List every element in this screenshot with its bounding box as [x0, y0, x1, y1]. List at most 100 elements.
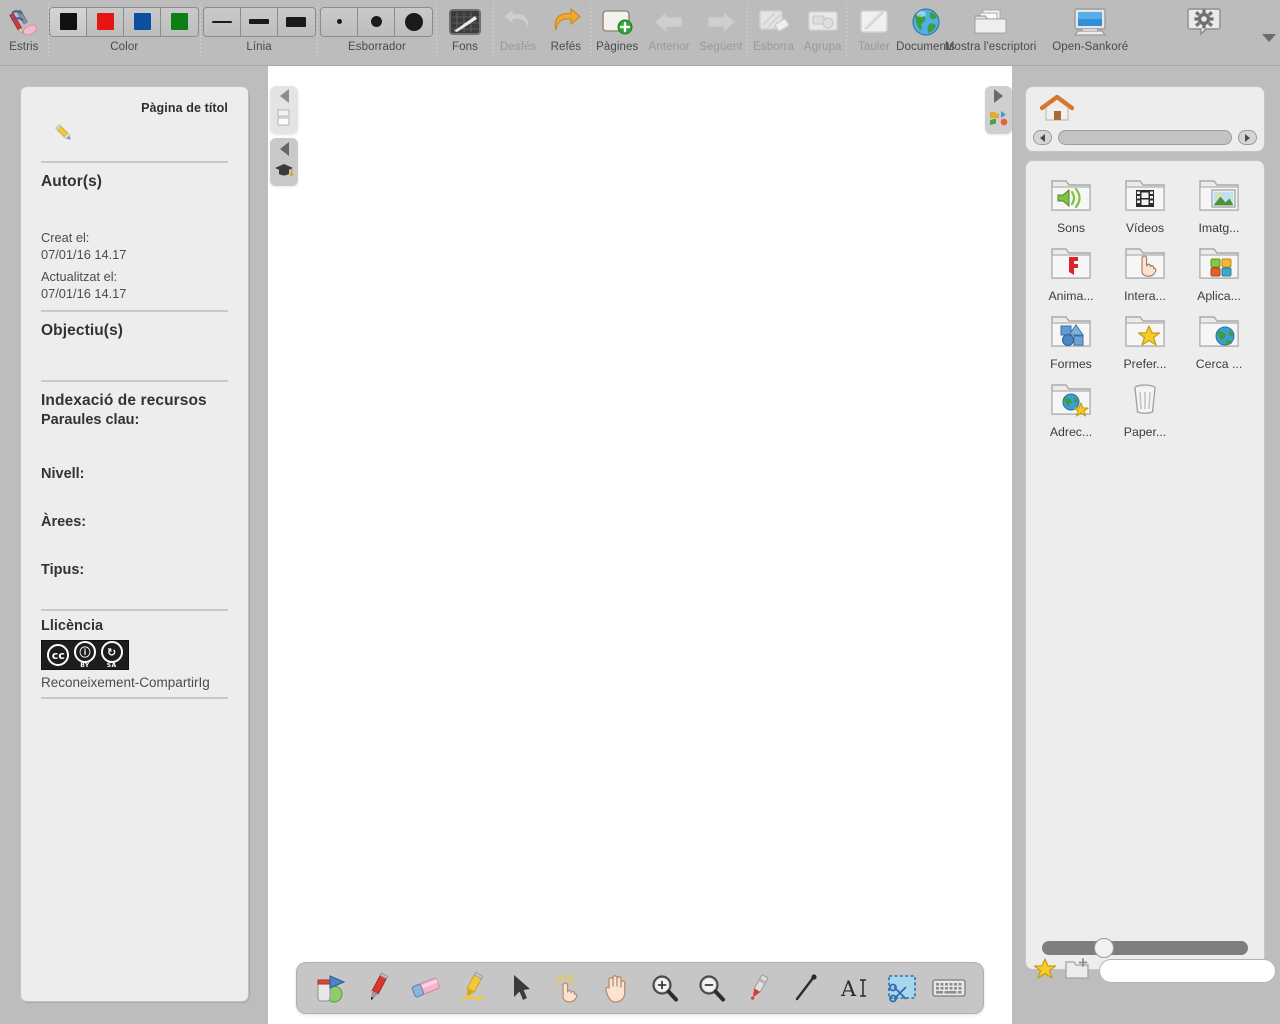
eraser-size-large[interactable] — [395, 8, 432, 36]
pages-panel-handle[interactable] — [270, 86, 298, 134]
folder-favorites-icon — [1122, 311, 1168, 356]
red-pen-icon — [363, 972, 393, 1004]
arrow-right-icon — [704, 5, 738, 38]
marker-tool[interactable] — [455, 970, 491, 1006]
eraser-size-icon[interactable] — [320, 7, 433, 37]
license-heading: Llicència — [41, 618, 228, 634]
level-value[interactable] — [41, 482, 228, 508]
authors-value[interactable] — [41, 191, 228, 205]
text-tool[interactable]: A — [836, 970, 872, 1006]
group-icon — [806, 5, 840, 38]
pen-tool[interactable] — [360, 970, 396, 1006]
toolbar-group-refes[interactable]: Refés — [542, 0, 590, 53]
whiteboard-canvas[interactable] — [268, 66, 1012, 1024]
triangle-left-icon — [280, 89, 289, 103]
library-item-aplicacions[interactable]: Aplica... — [1182, 243, 1256, 303]
divider — [41, 380, 228, 382]
color-swatch-blue[interactable] — [124, 8, 161, 36]
library-nav-back-button[interactable] — [1033, 130, 1052, 145]
stylus-tool[interactable] — [313, 970, 349, 1006]
color-swatches-icon[interactable] — [49, 7, 199, 37]
toolbar-group-estris[interactable]: Estris — [0, 0, 48, 53]
toolbar-group-fons[interactable]: Fons — [437, 0, 494, 53]
tutorial-panel-handle[interactable] — [270, 138, 298, 186]
library-panel-handle[interactable] — [985, 86, 1012, 134]
library-item-adreces[interactable]: Adrec... — [1034, 379, 1108, 439]
toolbar-group-pagines[interactable]: Pàgines — [591, 0, 644, 53]
line-width-thin[interactable] — [204, 8, 241, 36]
main-toolbar: Estris Color — [0, 0, 1280, 66]
board-icon — [857, 5, 891, 38]
library-breadcrumb-track[interactable] — [1058, 130, 1232, 145]
pencil-icon — [53, 122, 75, 149]
keywords-value[interactable] — [41, 428, 228, 460]
open-hand-icon — [601, 972, 631, 1004]
keyboard-tool[interactable] — [931, 970, 967, 1006]
toolbar-label-linia: Línia — [246, 41, 271, 53]
laser-tool[interactable] — [741, 970, 777, 1006]
divider — [41, 609, 228, 611]
library-item-label: Formes — [1050, 357, 1092, 371]
library-item-label: Prefer... — [1123, 357, 1166, 371]
toolbar-label-esborrador: Esborrador — [348, 41, 406, 53]
toolbar-group-linia: Línia — [201, 0, 317, 53]
toolbar-group-documents[interactable]: Mostra l'escriptori — [951, 0, 1031, 53]
eraser-size-small[interactable] — [321, 8, 358, 36]
line-tool[interactable] — [788, 970, 824, 1006]
areas-label: Àrees: — [41, 514, 228, 530]
line-width-thick[interactable] — [278, 8, 315, 36]
toolbar-group-seguent: Següent — [694, 0, 747, 53]
library-item-imatges[interactable]: Imatg... — [1182, 175, 1256, 235]
toolbar-label-anterior: Anterior — [648, 41, 689, 53]
line-width-icon[interactable] — [203, 7, 316, 37]
library-item-cerca[interactable]: Cerca ... — [1182, 311, 1256, 371]
color-swatch-black[interactable] — [50, 8, 87, 36]
library-item-paperera[interactable]: Paper... — [1108, 379, 1182, 439]
edit-title-button[interactable] — [41, 115, 228, 155]
select-tool[interactable] — [503, 970, 539, 1006]
library-item-animacions[interactable]: Anima... — [1034, 243, 1108, 303]
library-nav-forward-button[interactable] — [1238, 130, 1257, 145]
pointer-tool[interactable] — [551, 970, 587, 1006]
line-width-medium[interactable] — [241, 8, 278, 36]
library-item-formes[interactable]: Formes — [1034, 311, 1108, 371]
library-item-preferits[interactable]: Prefer... — [1108, 311, 1182, 371]
capture-tool[interactable] — [884, 970, 920, 1006]
zoom-out-tool[interactable] — [693, 970, 729, 1006]
new-folder-icon[interactable] — [1065, 958, 1091, 985]
eraser-size-medium[interactable] — [358, 8, 395, 36]
library-zoom-track[interactable] — [1042, 941, 1248, 955]
eraser-tool[interactable] — [408, 970, 444, 1006]
toolbar-label-desfes: Desfés — [500, 41, 536, 53]
screen-capture-icon — [886, 973, 918, 1003]
library-search-input[interactable] — [1099, 959, 1276, 983]
hand-tool[interactable] — [598, 970, 634, 1006]
home-icon[interactable] — [1040, 94, 1074, 129]
toolbar-group-esborrador: Esborrador — [318, 0, 435, 53]
toolbar-group-open-sankore[interactable] — [1150, 0, 1258, 41]
objectives-value[interactable] — [41, 340, 228, 370]
keywords-label: Paraules clau: — [41, 412, 228, 428]
areas-value[interactable] — [41, 530, 228, 556]
library-item-sons[interactable]: Sons — [1034, 175, 1108, 235]
toolbar-label-fons: Fons — [452, 41, 478, 53]
library-item-label: Adrec... — [1050, 425, 1092, 439]
toolbar-group-web[interactable]: Documents — [901, 0, 951, 53]
star-icon[interactable] — [1033, 957, 1057, 986]
folder-icon — [973, 5, 1009, 38]
library-item-videos[interactable]: Vídeos — [1108, 175, 1182, 235]
library-item-interactius[interactable]: Intera... — [1108, 243, 1182, 303]
zoom-in-tool[interactable] — [646, 970, 682, 1006]
tools-icon — [7, 5, 41, 38]
toolbar-label-escriptori: Open-Sankoré — [1052, 41, 1128, 53]
toolbar-group-escriptori[interactable]: Open-Sankoré — [1031, 0, 1150, 53]
gear-bubble-icon — [1186, 5, 1222, 38]
color-swatch-red[interactable] — [87, 8, 124, 36]
toolbar-overflow-button[interactable] — [1258, 0, 1280, 48]
folder-videos-icon — [1122, 175, 1168, 220]
toolbar-label-pagines: Pàgines — [596, 41, 638, 53]
type-value[interactable] — [41, 578, 228, 603]
magnifier-plus-icon — [649, 973, 679, 1003]
color-swatch-green[interactable] — [161, 8, 198, 36]
pink-eraser-icon — [410, 973, 442, 1003]
